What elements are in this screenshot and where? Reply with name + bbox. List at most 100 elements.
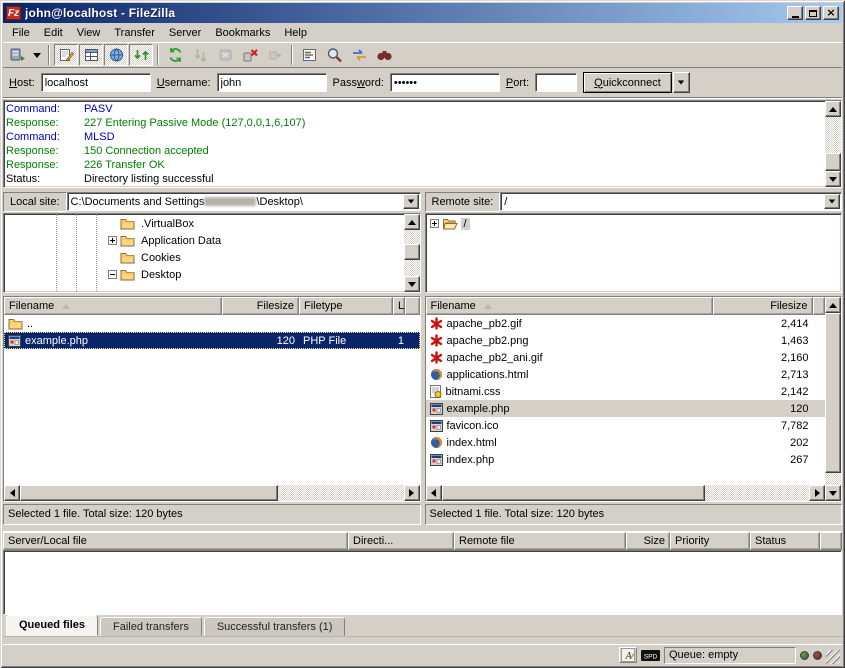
- scroll-left-button[interactable]: [426, 485, 442, 501]
- host-field[interactable]: [41, 73, 151, 92]
- scroll-up-button[interactable]: [404, 214, 420, 230]
- refresh-button[interactable]: [163, 44, 187, 66]
- file-row-apachepb2gif[interactable]: apache_pb2.gif2,414: [426, 315, 826, 332]
- menu-bookmarks[interactable]: Bookmarks: [208, 25, 277, 41]
- filter-button[interactable]: [297, 44, 321, 66]
- tree-item-[interactable]: /: [426, 215, 842, 232]
- column-header-l[interactable]: L: [393, 297, 405, 315]
- tree-item-applicationdata[interactable]: Application Data: [4, 232, 404, 249]
- menu-server[interactable]: Server: [162, 25, 208, 41]
- minimize-button[interactable]: [787, 6, 803, 20]
- message-log-scrollbar[interactable]: [825, 101, 841, 187]
- queue-body[interactable]: [3, 550, 842, 615]
- cancel-operation-button[interactable]: [213, 44, 237, 66]
- queue-column-serverlocalfile[interactable]: Server/Local file: [3, 532, 348, 550]
- toggle-local-tree-button[interactable]: [79, 44, 103, 66]
- password-field[interactable]: [390, 73, 500, 92]
- file-row-indexhtml[interactable]: index.html202: [426, 434, 826, 451]
- toggle-queue-button[interactable]: [129, 44, 153, 66]
- port-field[interactable]: [535, 73, 577, 92]
- site-manager-button[interactable]: [5, 44, 29, 66]
- filename-text: example.php: [25, 335, 88, 347]
- scroll-thumb[interactable]: [825, 153, 841, 171]
- synchronized-browsing-button[interactable]: [347, 44, 371, 66]
- scroll-thumb[interactable]: [20, 485, 278, 501]
- file-row-faviconico[interactable]: favicon.ico7,782: [426, 417, 826, 434]
- column-header-filesize[interactable]: Filesize: [222, 297, 299, 315]
- expand-icon[interactable]: [108, 236, 117, 245]
- process-queue-button[interactable]: [188, 44, 212, 66]
- menu-edit[interactable]: Edit: [37, 25, 70, 41]
- folder-open-icon: [442, 217, 458, 230]
- scroll-right-button[interactable]: [404, 485, 420, 501]
- tab-queued-files[interactable]: Queued files: [6, 615, 98, 636]
- ascii-data-type-icon[interactable]: A: [619, 647, 637, 663]
- local-horizontal-scrollbar[interactable]: [4, 485, 420, 501]
- file-row-apachepb2png[interactable]: apache_pb2.png1,463: [426, 332, 826, 349]
- local-path-dropdown-button[interactable]: [403, 194, 419, 209]
- scroll-up-button[interactable]: [825, 101, 841, 117]
- local-tree-scrollbar[interactable]: [404, 214, 420, 292]
- scroll-up-button[interactable]: [825, 297, 841, 313]
- scroll-left-button[interactable]: [4, 485, 20, 501]
- file-row-apachepb2anigif[interactable]: apache_pb2_ani.gif2,160: [426, 349, 826, 366]
- file-row-indexphp[interactable]: index.php267: [426, 451, 826, 468]
- site-manager-dropdown[interactable]: [30, 44, 44, 66]
- scroll-down-button[interactable]: [825, 171, 841, 187]
- scroll-thumb[interactable]: [825, 313, 841, 473]
- tab-successful-transfers--1-[interactable]: Successful transfers (1): [204, 617, 346, 636]
- tree-item-virtualbox[interactable]: .VirtualBox: [4, 215, 404, 232]
- menu-file[interactable]: File: [5, 25, 37, 41]
- file-row-examplephp[interactable]: example.php120: [426, 400, 826, 417]
- scroll-down-button[interactable]: [404, 276, 420, 292]
- expand-icon[interactable]: [430, 219, 439, 228]
- scroll-thumb[interactable]: [404, 244, 420, 260]
- menu-help[interactable]: Help: [277, 25, 314, 41]
- remote-list-body[interactable]: apache_pb2.gif2,414apache_pb2.png1,463ap…: [426, 315, 826, 485]
- tab-failed-transfers[interactable]: Failed transfers: [100, 617, 202, 636]
- resize-grip[interactable]: [826, 650, 840, 664]
- local-list-body[interactable]: ..example.php120PHP File1: [4, 315, 420, 485]
- remote-path-dropdown-button[interactable]: [824, 194, 840, 209]
- remote-vertical-scrollbar[interactable]: [825, 297, 841, 501]
- queue-column-directi[interactable]: Directi...: [348, 532, 454, 550]
- remote-horizontal-scrollbar[interactable]: [426, 485, 826, 501]
- tree-item-desktop[interactable]: Desktop: [4, 266, 404, 283]
- queue-column-priority[interactable]: Priority: [670, 532, 750, 550]
- scroll-down-button[interactable]: [825, 485, 841, 501]
- file-row-applicationshtml[interactable]: applications.html2,713: [426, 366, 826, 383]
- disconnect-button[interactable]: [238, 44, 262, 66]
- queue-column-status[interactable]: Status: [750, 532, 820, 550]
- remote-path-combobox[interactable]: /: [500, 192, 842, 211]
- file-row-bitnamicss[interactable]: bitnami.css2,142: [426, 383, 826, 400]
- quickconnect-dropdown-button[interactable]: [673, 72, 690, 93]
- toggle-message-log-button[interactable]: [54, 44, 78, 66]
- queue-column-size[interactable]: Size: [626, 532, 670, 550]
- column-header-filename[interactable]: Filename: [426, 297, 713, 315]
- remote-directory-tree[interactable]: /: [425, 213, 843, 293]
- local-path-combobox[interactable]: C:\Documents and Settings\Desktop\: [67, 192, 421, 211]
- toggle-remote-tree-button[interactable]: [104, 44, 128, 66]
- file-row-examplephp[interactable]: example.php120PHP File1: [4, 332, 420, 349]
- speed-limit-icon[interactable]: SPD: [641, 650, 660, 661]
- directory-comparison-button[interactable]: [372, 44, 396, 66]
- close-button[interactable]: ×: [823, 6, 839, 20]
- menu-transfer[interactable]: Transfer: [107, 25, 162, 41]
- file-search-button[interactable]: [322, 44, 346, 66]
- queue-column-remotefile[interactable]: Remote file: [454, 532, 626, 550]
- file-row-[interactable]: ..: [4, 315, 420, 332]
- column-header-filename[interactable]: Filename: [4, 297, 222, 315]
- quickconnect-button[interactable]: Quickconnect: [583, 72, 672, 93]
- column-header-filetype[interactable]: Filetype: [299, 297, 393, 315]
- collapse-icon[interactable]: [108, 270, 117, 279]
- scroll-thumb[interactable]: [442, 485, 706, 501]
- local-directory-tree[interactable]: .VirtualBoxApplication DataCookiesDeskto…: [3, 213, 421, 293]
- menu-view[interactable]: View: [70, 25, 108, 41]
- reconnect-button[interactable]: [263, 44, 287, 66]
- scroll-right-button[interactable]: [809, 485, 825, 501]
- column-header-filesize[interactable]: Filesize: [713, 297, 813, 315]
- toolbar-separator: [48, 45, 50, 65]
- maximize-button[interactable]: [805, 6, 821, 20]
- tree-item-cookies[interactable]: Cookies: [4, 249, 404, 266]
- username-field[interactable]: [217, 73, 327, 92]
